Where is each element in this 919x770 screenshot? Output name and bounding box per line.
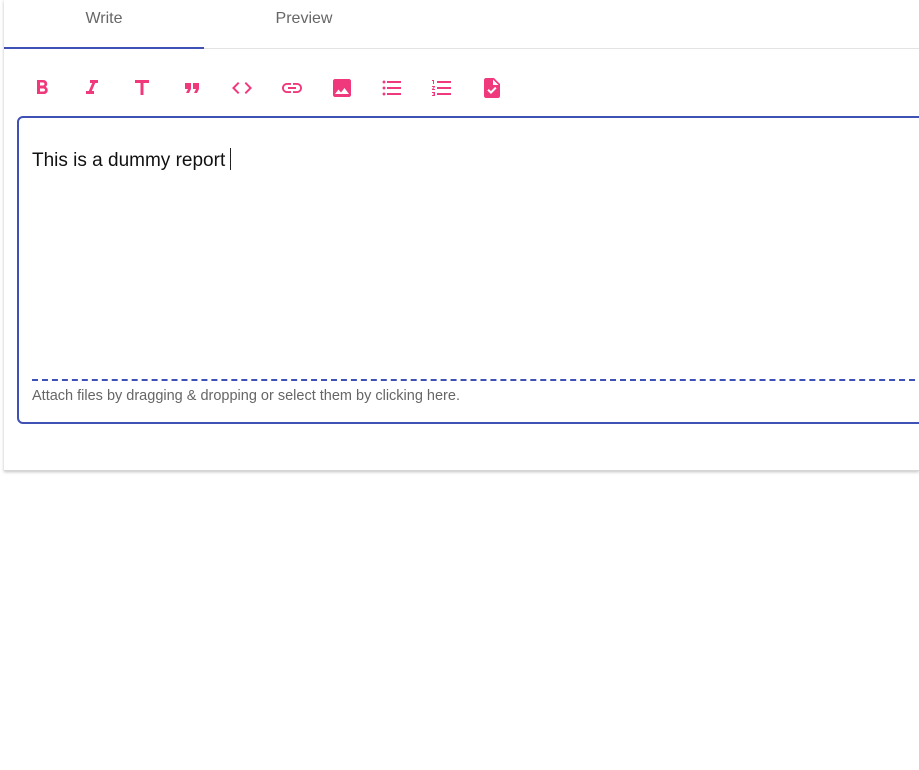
- numbered-list-icon: [432, 80, 451, 96]
- image-icon: [333, 79, 351, 97]
- markdown-editor-card: Write Preview This is a dummy report Att…: [4, 0, 919, 471]
- attach-files-dropzone[interactable]: Attach files by dragging & dropping or s…: [32, 388, 460, 404]
- italic-icon: [86, 80, 98, 94]
- tab-preview[interactable]: Preview: [204, 0, 404, 47]
- bulleted-list-icon: [382, 80, 401, 96]
- link-icon: [282, 83, 302, 93]
- bulleted-list-button[interactable]: [378, 70, 406, 106]
- italic-button[interactable]: [78, 70, 106, 106]
- task-list-button[interactable]: [478, 70, 506, 106]
- code-button[interactable]: [228, 70, 256, 106]
- editor-content[interactable]: This is a dummy report: [32, 148, 232, 172]
- quote-icon: [185, 83, 199, 93]
- editor-textarea[interactable]: This is a dummy report Attach files by d…: [17, 116, 919, 424]
- numbered-list-button[interactable]: [428, 70, 456, 106]
- heading-icon: [135, 80, 149, 95]
- editor-text-value: This is a dummy report: [32, 150, 226, 171]
- active-tab-indicator: [4, 47, 204, 49]
- editor-tabs: Write Preview: [4, 0, 919, 49]
- tab-write[interactable]: Write: [4, 0, 204, 47]
- bold-button[interactable]: [28, 70, 56, 106]
- code-icon: [232, 82, 252, 94]
- bold-icon: [37, 80, 48, 94]
- text-caret: [230, 148, 232, 170]
- link-button[interactable]: [278, 70, 306, 106]
- dropzone-divider: [32, 379, 919, 381]
- quote-button[interactable]: [178, 70, 206, 106]
- image-button[interactable]: [328, 70, 356, 106]
- task-list-icon: [484, 78, 500, 98]
- heading-button[interactable]: [128, 70, 156, 106]
